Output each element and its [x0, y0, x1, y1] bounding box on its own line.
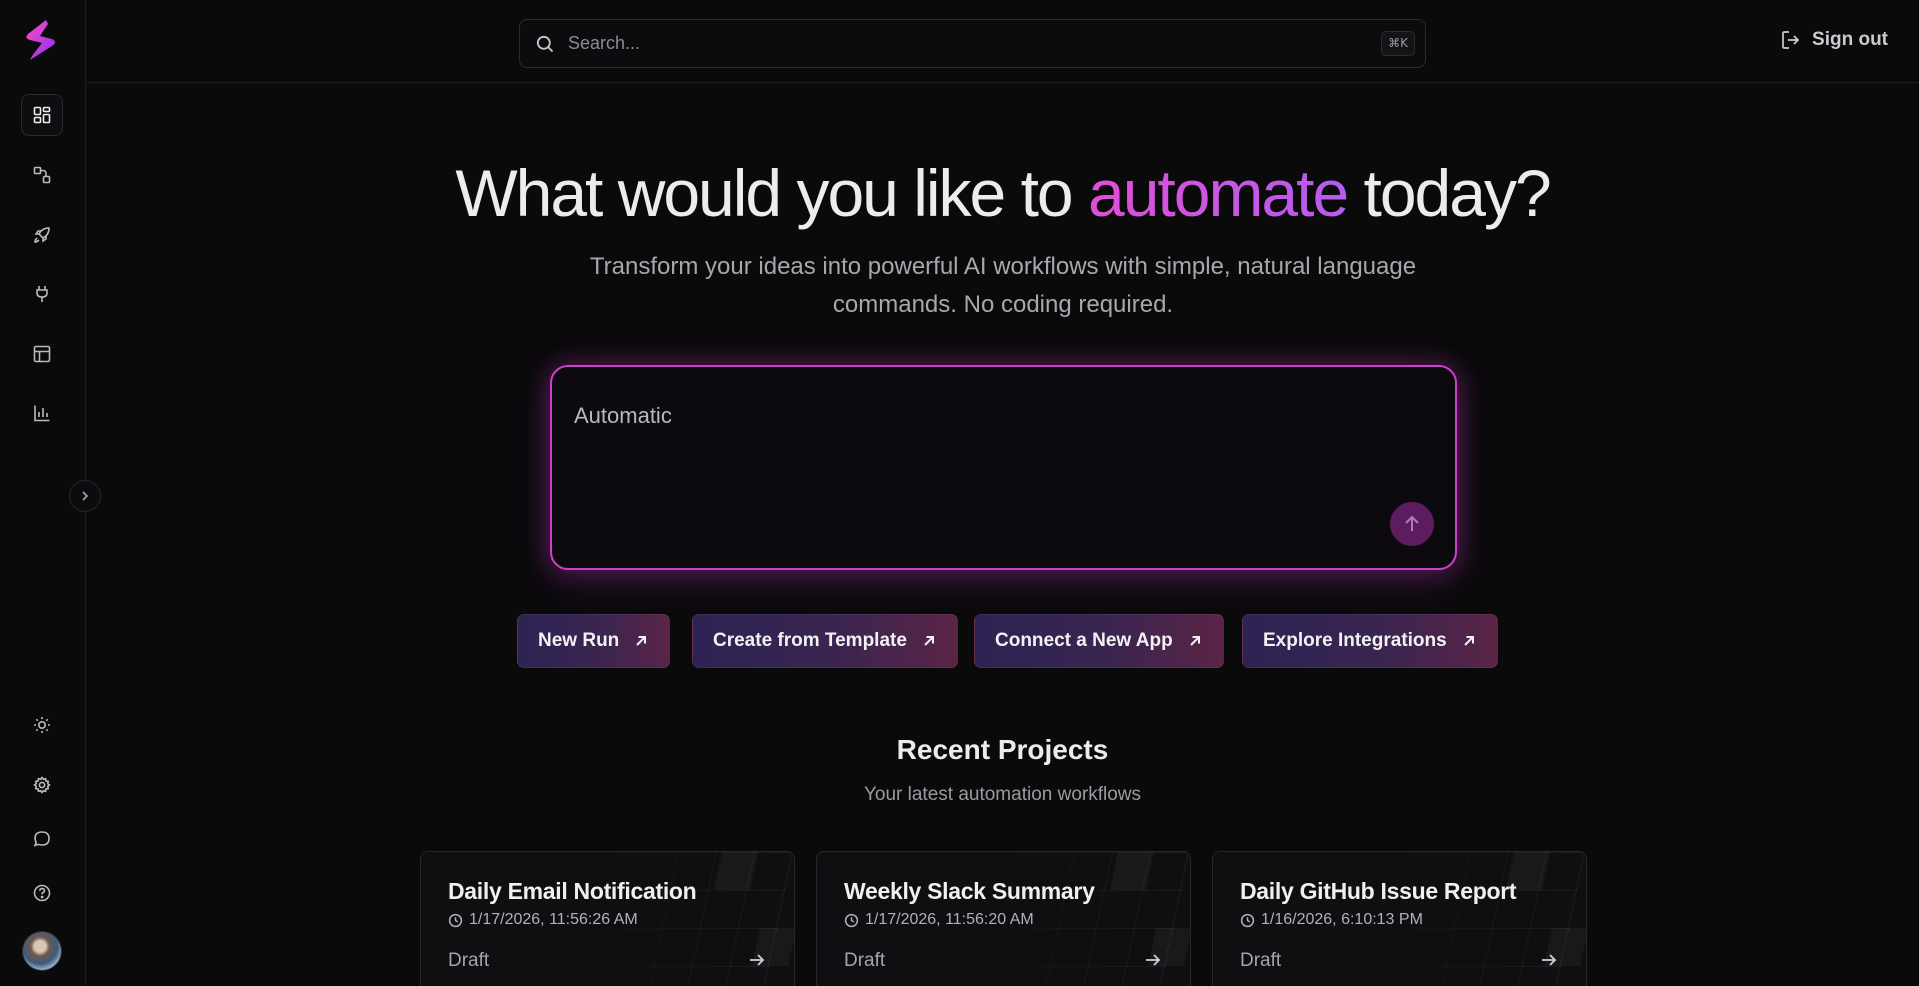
chevron-right-icon: [82, 491, 89, 501]
feedback-button[interactable]: [21, 818, 63, 860]
rocket-icon: [34, 227, 50, 243]
sun-icon: [34, 717, 50, 733]
app-root: ⌘K Sign out What would you like to autom…: [0, 0, 1919, 986]
sidebar-item-runs[interactable]: [21, 214, 63, 256]
sign-out-label: Sign out: [1812, 29, 1888, 50]
hero-title: What would you like to automate today?: [86, 155, 1919, 231]
sidebar: [0, 0, 101, 986]
sidebar-item-dashboard[interactable]: [21, 94, 63, 136]
log-out-icon: [1782, 31, 1800, 49]
dashboard-icon: [33, 106, 51, 124]
sidebar-expand-button[interactable]: [69, 480, 101, 512]
arrow-right-icon[interactable]: [747, 950, 767, 970]
gear-icon: [33, 776, 51, 794]
help-button[interactable]: [21, 872, 63, 914]
prompt-input[interactable]: Automatic: [574, 403, 1394, 523]
user-avatar[interactable]: [22, 931, 62, 971]
connect-new-app-button[interactable]: Connect a New App: [974, 614, 1224, 668]
theme-toggle-button[interactable]: [21, 704, 63, 746]
create-from-template-label: Create from Template: [713, 630, 907, 651]
project-date-text: 1/17/2026, 11:56:26 AM: [469, 911, 638, 928]
sign-out-button[interactable]: Sign out: [1780, 26, 1888, 54]
new-run-label: New Run: [538, 630, 620, 651]
recent-projects-title: Recent Projects: [896, 734, 1109, 765]
new-run-button[interactable]: New Run: [517, 614, 671, 668]
create-from-template-button[interactable]: Create from Template: [692, 614, 958, 668]
hero-subtitle: Transform your ideas into powerful AI wo…: [589, 253, 1417, 318]
arrow-up-right-icon: [1463, 636, 1474, 646]
project-status: Draft: [1240, 950, 1282, 971]
search-shortcut-badge: ⌘K: [1381, 31, 1415, 56]
project-title: Daily Email Notification: [448, 878, 697, 904]
arrow-right-icon[interactable]: [1539, 950, 1559, 970]
clock-icon: [448, 913, 463, 927]
brand-logo-icon[interactable]: [22, 18, 62, 62]
help-circle-icon: [33, 884, 51, 902]
project-card[interactable]: Daily GitHub Issue Report 1/16/2026, 6:1…: [1212, 851, 1587, 986]
arrow-right-icon[interactable]: [1143, 950, 1163, 970]
project-title: Weekly Slack Summary: [844, 878, 1095, 904]
arrow-up-right-icon: [924, 636, 934, 646]
search-icon: [536, 35, 554, 53]
project-date: 1/16/2026, 6:10:13 PM: [1240, 911, 1423, 929]
explore-integrations-button[interactable]: Explore Integrations: [1242, 614, 1498, 668]
top-bar: ⌘K Sign out: [86, 0, 1919, 83]
clock-icon: [844, 913, 859, 927]
bar-chart-icon: [34, 405, 50, 422]
arrow-up-icon: [1405, 515, 1419, 531]
sidebar-item-templates[interactable]: [21, 333, 63, 375]
plug-icon: [36, 286, 48, 302]
settings-button[interactable]: [21, 764, 63, 806]
project-date-text: 1/16/2026, 6:10:13 PM: [1261, 911, 1423, 928]
explore-integrations-label: Explore Integrations: [1263, 630, 1447, 651]
sidebar-item-integrations[interactable]: [21, 273, 63, 315]
project-status: Draft: [448, 950, 490, 971]
send-prompt-button[interactable]: [1390, 502, 1434, 546]
arrow-up-right-icon: [636, 636, 647, 646]
project-date: 1/17/2026, 11:56:26 AM: [448, 911, 638, 929]
project-status: Draft: [844, 950, 886, 971]
template-layout-icon: [33, 345, 51, 363]
workflow-icon: [33, 166, 51, 184]
project-title: Daily GitHub Issue Report: [1240, 878, 1517, 904]
arrow-up-right-icon: [1189, 636, 1200, 646]
search-bar[interactable]: ⌘K: [519, 19, 1426, 68]
prompt-box: Automatic: [550, 365, 1457, 570]
recent-projects-subtitle: Your latest automation workflows: [863, 784, 1142, 805]
chat-bubble-icon: [33, 831, 50, 847]
hero-title-accent: automate: [1087, 156, 1349, 230]
search-input[interactable]: [568, 20, 1348, 67]
connect-new-app-label: Connect a New App: [995, 630, 1173, 651]
project-card[interactable]: Weekly Slack Summary 1/17/2026, 11:56:20…: [816, 851, 1191, 986]
clock-icon: [1240, 913, 1255, 927]
hero-title-suffix: today?: [1347, 156, 1552, 230]
sidebar-item-workflows[interactable]: [21, 154, 63, 196]
hero-title-prefix: What would you like to: [455, 156, 1088, 230]
sidebar-item-analytics[interactable]: [21, 392, 63, 434]
project-date-text: 1/17/2026, 11:56:20 AM: [865, 911, 1034, 928]
project-date: 1/17/2026, 11:56:20 AM: [844, 911, 1034, 929]
project-card[interactable]: Daily Email Notification 1/17/2026, 11:5…: [420, 851, 795, 986]
